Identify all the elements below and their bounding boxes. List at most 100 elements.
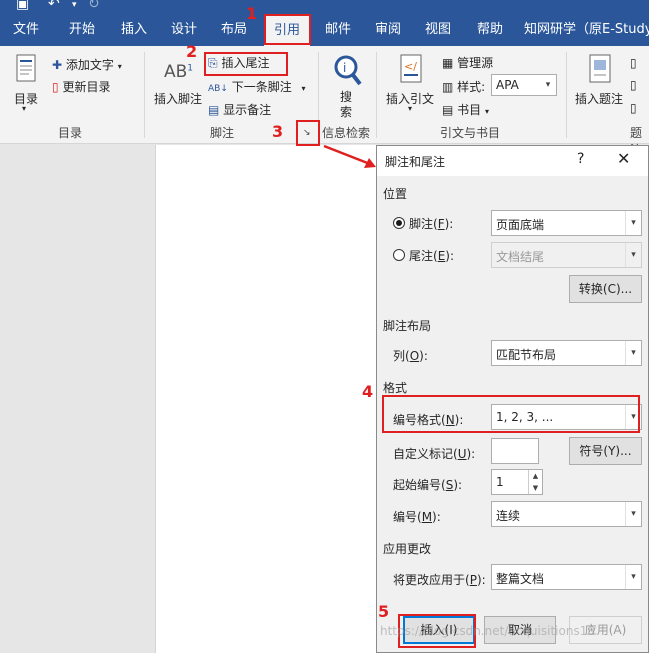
tab-design[interactable]: 设计 [162, 14, 206, 46]
research-group-label: 信息检索 [322, 126, 371, 140]
add-text-button[interactable]: ✚ 添加文字 ▾ [52, 56, 122, 73]
apply-to-key: P [469, 573, 477, 587]
ribbon: 目录 ▾ ✚ 添加文字 ▾ ▯ 更新目录 目录 AB1 插入脚注 ⎘ 插入尾注 … [0, 46, 649, 157]
apply-section-title: 应用更改 [383, 542, 432, 556]
update-toc-label: 更新目录 [62, 80, 111, 94]
close-button[interactable]: ✕ [617, 149, 630, 168]
insert-caption-button[interactable]: 插入题注 [575, 90, 623, 107]
ribbon-separator [376, 52, 377, 138]
footnote-position-value: 页面底端 [496, 218, 545, 232]
insert-footnote-button[interactable]: 插入脚注 [154, 90, 202, 107]
style-icon: ▥ [442, 80, 454, 94]
citation-style-select[interactable]: APA ▾ [491, 74, 557, 96]
tab-view[interactable]: 视图 [416, 14, 460, 46]
apply-to-label: 将更改应用于(P): [393, 573, 486, 587]
ribbon-tabs: 文件 开始 插入 设计 布局 引用 邮件 审阅 视图 帮助 知网研学（原E-St… [0, 14, 649, 46]
tab-estudy[interactable]: 知网研学（原E-Study) [524, 14, 649, 46]
show-notes-button[interactable]: ▤ 显示备注 [208, 101, 271, 118]
next-footnote-button[interactable]: AB↓ 下一条脚注 ▾ [208, 78, 306, 95]
apply-to-select[interactable]: 整篇文档 ▾ [491, 564, 642, 590]
footnote-radio[interactable] [393, 217, 405, 229]
insert-table-of-figures-icon[interactable]: ▯ [630, 56, 637, 70]
redo-icon[interactable]: ↻ [88, 0, 100, 12]
annotation-arrow [323, 144, 376, 168]
manage-sources-button[interactable]: ▦ 管理源 [442, 54, 493, 71]
update-table-icon[interactable]: ▯ [630, 78, 637, 92]
update-toc-button[interactable]: ▯ 更新目录 [52, 78, 110, 95]
help-button[interactable]: ? [577, 151, 584, 167]
chevron-down-icon: ▾ [625, 565, 641, 589]
undo-icon[interactable]: ↶ [48, 0, 60, 12]
tab-help[interactable]: 帮助 [468, 14, 512, 46]
footnote-label-text: 脚注( [409, 217, 438, 231]
insert-citation-icon: </ [398, 54, 424, 84]
ribbon-separator [566, 52, 567, 138]
bibliography-label: 书目 [457, 103, 482, 117]
bibliography-dropdown-icon: ▾ [485, 107, 490, 116]
insert-citation-dropdown-icon[interactable]: ▾ [408, 104, 412, 113]
annotation-number-1: 1 [246, 4, 258, 23]
dialog-title: 脚注和尾注 [385, 155, 446, 169]
numbering-select[interactable]: 连续 ▾ [491, 501, 642, 527]
annotation-number-2: 2 [186, 42, 198, 61]
tab-home[interactable]: 开始 [60, 14, 104, 46]
toc-dropdown-icon[interactable]: ▾ [22, 104, 26, 113]
title-bar: ▣ ↶ ▾ ↻ [0, 0, 649, 14]
apply-to-label-text: 将更改应用于( [393, 573, 470, 587]
citations-group-label: 引文与书目 [440, 126, 501, 140]
endnote-key: E [437, 249, 446, 263]
numbering-label: 编号(M): [393, 510, 441, 524]
chevron-down-icon: ▾ [545, 80, 551, 90]
footnotes-group-label: 脚注 [210, 126, 235, 140]
update-toc-icon: ▯ [52, 80, 59, 94]
annotation-box-references-tab [264, 14, 311, 45]
start-at-spinner[interactable]: ▲ ▼ [528, 470, 542, 494]
numbering-label-text: 编号( [393, 510, 422, 524]
document-page[interactable] [155, 145, 377, 653]
columns-label: 列(O): [393, 349, 428, 363]
tab-insert[interactable]: 插入 [112, 14, 156, 46]
tab-file[interactable]: 文件 [6, 14, 46, 46]
tab-mailings[interactable]: 邮件 [316, 14, 360, 46]
convert-button[interactable]: 转换(C)... [569, 275, 642, 303]
svg-text:i: i [343, 61, 346, 75]
layout-section-title: 脚注布局 [383, 319, 432, 333]
bibliography-icon: ▤ [442, 103, 454, 117]
search-button[interactable]: 搜索 [340, 90, 354, 120]
custom-mark-label: 自定义标记(U): [393, 447, 476, 461]
columns-value: 匹配节布局 [496, 348, 557, 362]
endnote-position-select[interactable]: 文档结尾 ▾ [491, 242, 642, 268]
spin-down-icon[interactable]: ▼ [529, 482, 542, 494]
dialog-title-bar: 脚注和尾注 ? ✕ [377, 146, 648, 176]
chevron-down-icon: ▾ [625, 211, 641, 235]
toc-group-label: 目录 [58, 126, 83, 140]
columns-select[interactable]: 匹配节布局 ▾ [491, 340, 642, 366]
custom-mark-label-text: 自定义标记( [393, 447, 458, 461]
bibliography-button[interactable]: ▤ 书目 ▾ [442, 101, 489, 118]
start-at-input[interactable]: 1 ▲ ▼ [491, 469, 543, 495]
next-footnote-icon: AB↓ [208, 84, 228, 94]
spin-up-icon[interactable]: ▲ [529, 470, 542, 482]
footnote-position-select[interactable]: 页面底端 ▾ [491, 210, 642, 236]
svg-text:</: </ [404, 60, 417, 73]
endnote-radio[interactable] [393, 249, 405, 261]
add-text-label: 添加文字 [65, 58, 114, 72]
start-at-value: 1 [496, 475, 504, 489]
columns-key: O [409, 349, 420, 363]
manage-sources-label: 管理源 [457, 56, 494, 70]
footnote-icon-text: AB [164, 62, 188, 82]
endnote-position-value: 文档结尾 [496, 250, 545, 264]
annotation-number-3: 3 [272, 122, 284, 141]
save-icon[interactable]: ▣ [16, 0, 29, 12]
cross-reference-icon[interactable]: ▯ [630, 101, 637, 115]
add-text-dropdown-icon: ▾ [117, 62, 122, 71]
next-footnote-dropdown-icon: ▾ [301, 84, 306, 93]
insert-footnote-icon: AB1 [164, 62, 193, 82]
undo-dropdown-icon[interactable]: ▾ [72, 0, 77, 10]
format-section-title: 格式 [383, 381, 408, 395]
tab-review[interactable]: 审阅 [366, 14, 410, 46]
symbol-button[interactable]: 符号(Y)... [569, 437, 642, 465]
custom-mark-input[interactable] [491, 438, 539, 464]
apply-to-value: 整篇文档 [496, 572, 545, 586]
start-at-key: S [445, 478, 454, 492]
